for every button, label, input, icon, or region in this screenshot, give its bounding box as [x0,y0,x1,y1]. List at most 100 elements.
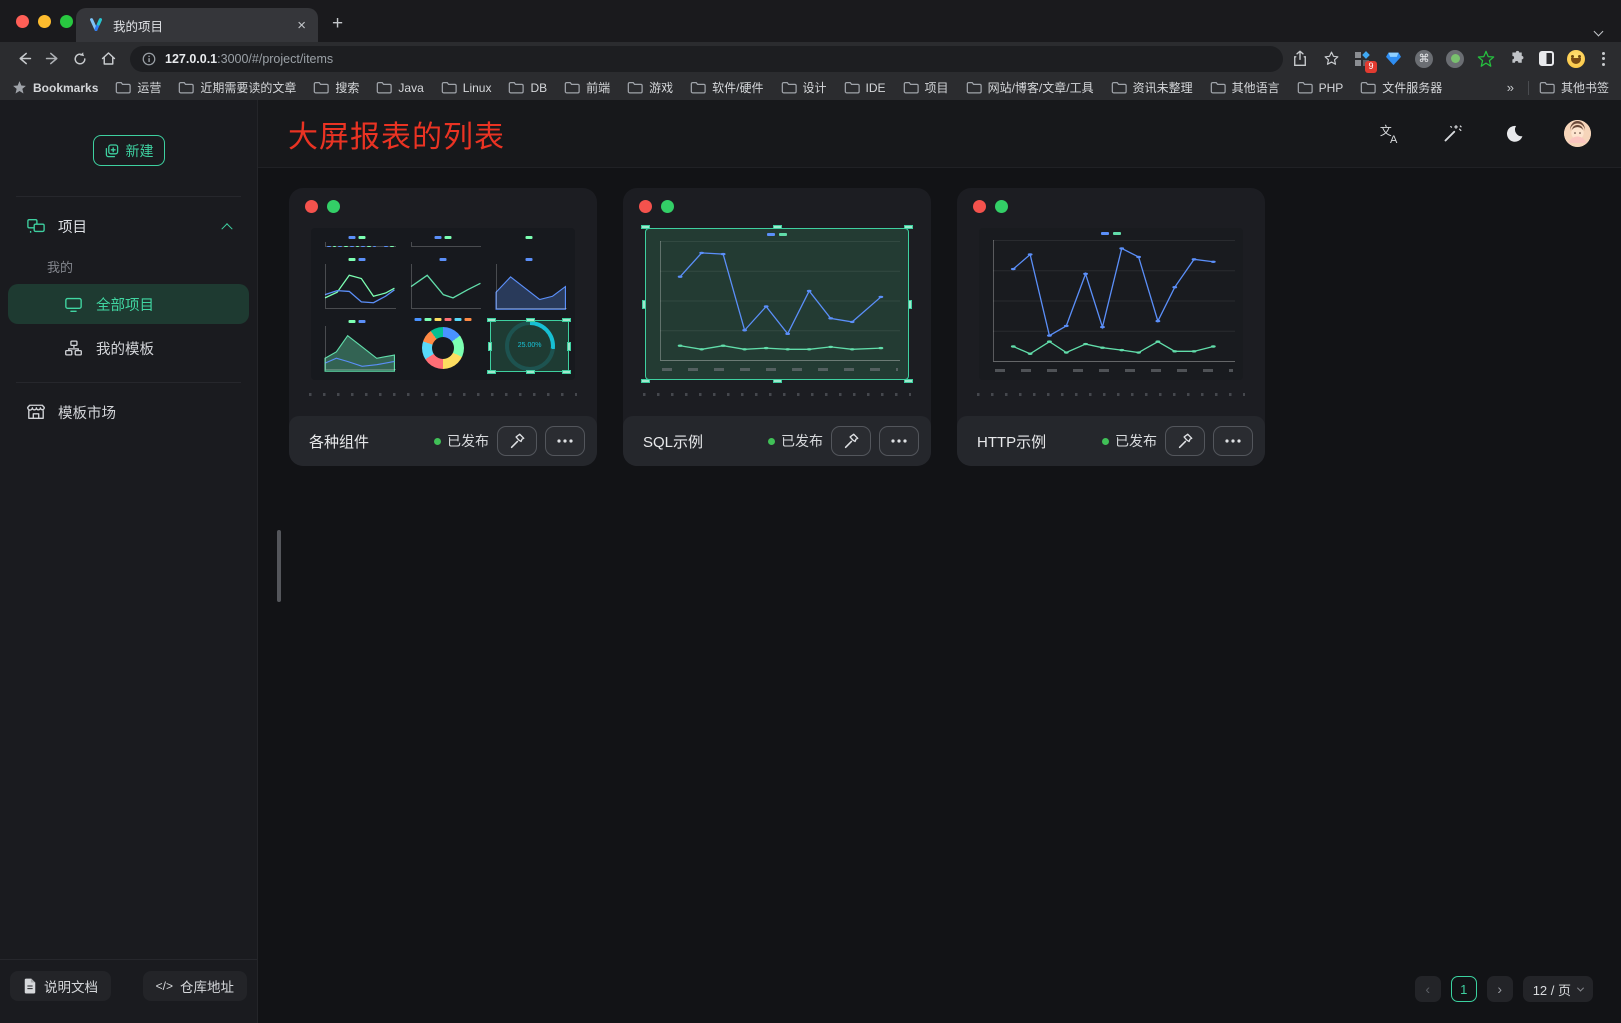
bookmark-folder[interactable]: 资讯未整理 [1111,79,1193,96]
scrollbar-thumb[interactable] [277,530,281,602]
magic-wand-icon[interactable] [1440,122,1464,146]
line-chart-plot [660,241,900,361]
user-avatar[interactable] [1564,120,1591,147]
emoji-extension-icon[interactable] [1567,50,1585,68]
bookmark-label: 游戏 [649,79,673,96]
window-close-button[interactable] [16,15,29,28]
url-host: 127.0.0.1 [165,52,217,66]
hammer-icon [842,432,860,450]
pagination-page-1[interactable]: 1 [1451,976,1477,1002]
other-bookmarks-folder[interactable]: 其他书签 [1539,79,1609,96]
project-thumbnail: 25.00% [311,228,575,380]
window-zoom-button[interactable] [60,15,73,28]
star-extension-icon[interactable] [1477,50,1495,68]
sidebar-section-projects[interactable]: 项目 [0,205,257,247]
bookmark-label: DB [530,81,547,95]
reload-button[interactable] [66,46,94,72]
new-tab-button[interactable]: + [332,13,343,35]
site-info-icon[interactable] [142,52,156,66]
project-card[interactable]: HTTP示例 已发布 [957,188,1265,466]
edit-project-button[interactable] [831,426,871,456]
bookmark-folder[interactable]: 软件/硬件 [690,79,763,96]
forward-button[interactable] [38,46,66,72]
bookmarks-root[interactable]: Bookmarks [12,80,98,95]
status-badge: 已发布 [434,431,489,451]
svg-text:A: A [1390,134,1398,145]
bookmark-folder[interactable]: 前端 [564,79,610,96]
tab-overflow-button[interactable] [1595,22,1605,32]
pagination-prev-button[interactable]: ‹ [1415,976,1441,1002]
extensions-puzzle-icon[interactable] [1508,50,1526,68]
more-actions-button[interactable] [879,426,919,456]
tab-manager-extension-icon[interactable]: 9 [1353,50,1371,68]
ellipsis-icon [891,439,907,443]
bookmark-folder[interactable]: 项目 [903,79,949,96]
bookmark-folder[interactable]: 搜索 [313,79,359,96]
folder-icon [903,81,919,94]
repo-button[interactable]: </> 仓库地址 [143,971,247,1001]
new-project-button[interactable]: 新建 [93,135,165,166]
recorder-extension-icon[interactable] [1446,50,1464,68]
bookmark-folder[interactable]: IDE [844,81,886,95]
project-thumbnail [645,228,909,380]
hammer-icon [1176,432,1194,450]
bookmark-folder[interactable]: 设计 [781,79,827,96]
more-actions-button[interactable] [545,426,585,456]
storefront-icon [26,403,46,421]
sidebar: 新建 项目 我的 全部项目 [0,100,258,1023]
green-dot-icon [995,200,1008,213]
gem-extension-icon[interactable] [1384,50,1402,68]
bookmark-folder[interactable]: 游戏 [627,79,673,96]
bookmarks-bar: Bookmarks 运营 近期需要读的文章 搜索 Java Linux DB [0,75,1621,100]
home-button[interactable] [94,46,122,72]
bookmark-label: Java [398,81,423,95]
project-card[interactable]: SQL示例 已发布 [623,188,931,466]
darkreader-extension-icon[interactable] [1539,51,1554,66]
language-translate-icon[interactable]: 文 A [1378,122,1402,146]
sidebar-item-label: 我的模板 [96,338,154,359]
bookmark-folder[interactable]: 运营 [115,79,161,96]
bookmark-folder[interactable]: DB [508,81,547,95]
mini-gauge-selected: 25.00% [488,318,569,374]
tab-close-icon[interactable]: × [297,18,306,33]
document-icon [23,978,37,994]
line-chart-plot [993,240,1235,362]
selected-widget-panel: 25.00% [490,320,569,372]
folder-icon [781,81,797,94]
red-dot-icon [305,200,318,213]
folder-icon [966,81,982,94]
browser-menu-button[interactable] [1598,52,1609,66]
card-window-dots [305,200,340,213]
bookmark-folder[interactable]: Linux [441,81,492,95]
bookmark-folder[interactable]: 网站/博客/文章/工具 [966,79,1094,96]
bookmark-folder[interactable]: 文件服务器 [1360,79,1442,96]
bookmark-folder[interactable]: PHP [1297,81,1344,95]
browser-tab[interactable]: 我的项目 × [76,8,318,42]
dotted-divider [977,393,1245,396]
dark-mode-moon-icon[interactable] [1502,122,1526,146]
sidebar-item-template-market[interactable]: 模板市场 [0,391,257,433]
project-card[interactable]: 25.00% [289,188,597,466]
window-minimize-button[interactable] [38,15,51,28]
bookmark-folder[interactable]: 其他语言 [1210,79,1280,96]
command-extension-icon[interactable]: ⌘ [1415,50,1433,68]
share-icon[interactable] [1291,50,1309,68]
back-button[interactable] [10,46,38,72]
project-name: HTTP示例 [977,431,1102,452]
bookmarks-overflow-button[interactable]: » [1507,80,1514,95]
bookmark-star-icon[interactable] [1322,50,1340,68]
pagination-next-button[interactable]: › [1487,976,1513,1002]
edit-project-button[interactable] [497,426,537,456]
sidebar-item-all-projects[interactable]: 全部项目 [8,284,249,324]
folder-icon [178,81,194,94]
record-dot [1451,54,1460,63]
edit-project-button[interactable] [1165,426,1205,456]
more-actions-button[interactable] [1213,426,1253,456]
docs-button[interactable]: 说明文档 [10,971,111,1001]
sidebar-item-my-templates[interactable]: 我的模板 [8,328,249,368]
page-size-select[interactable]: 12 / 页 [1523,976,1593,1002]
bookmark-folder[interactable]: 近期需要读的文章 [178,79,296,96]
bookmark-folder[interactable]: Java [376,81,423,95]
address-bar[interactable]: 127.0.0.1:3000/#/project/items [130,46,1283,72]
status-label: 已发布 [781,431,823,451]
